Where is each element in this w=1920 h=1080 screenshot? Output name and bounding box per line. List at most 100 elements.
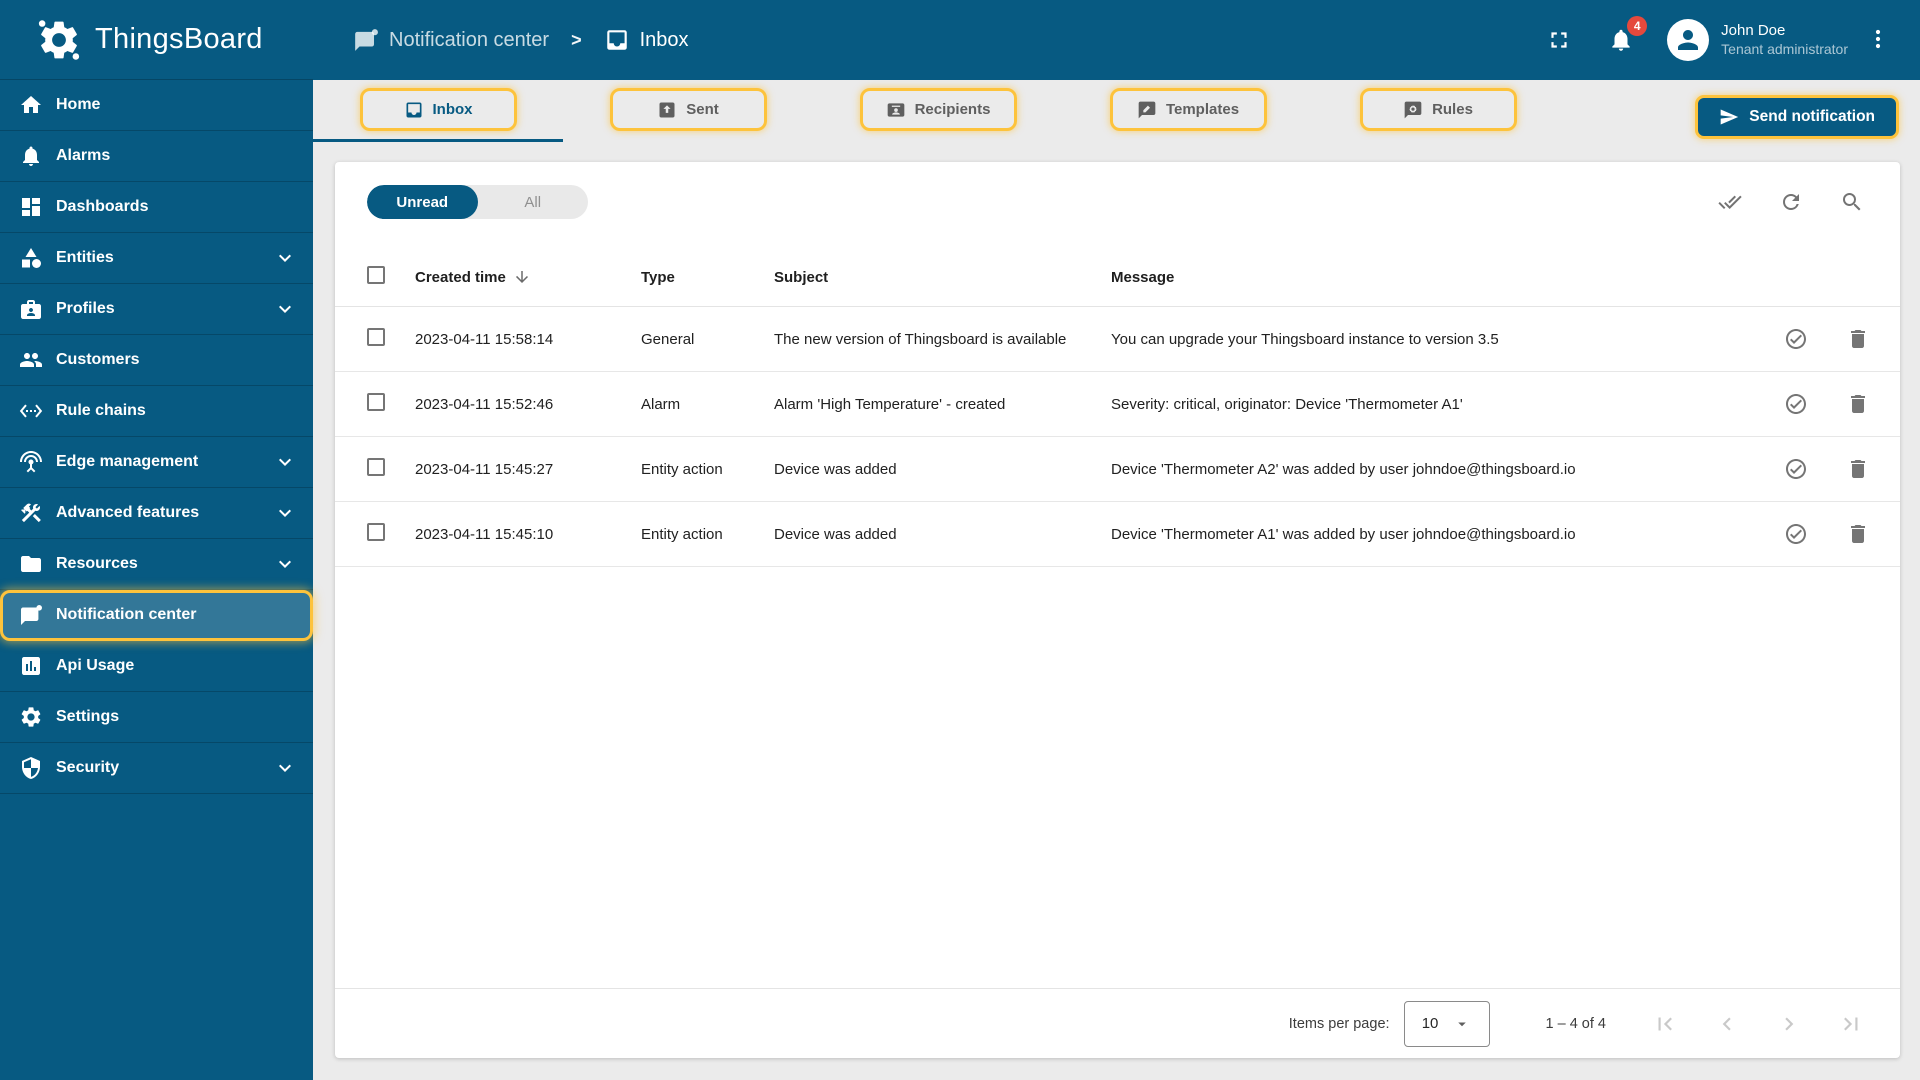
sidebar-item-edge-management[interactable]: Edge management: [0, 437, 313, 488]
row-checkbox[interactable]: [367, 523, 385, 541]
sidebar-item-profiles[interactable]: Profiles: [0, 284, 313, 335]
user-avatar[interactable]: [1667, 19, 1710, 61]
breadcrumb-separator: >: [571, 29, 582, 50]
main-content: Inbox Sent Recipients Templates Rules Se…: [313, 80, 1920, 1080]
first-page-button[interactable]: [1652, 1011, 1678, 1037]
cell-type: Alarm: [641, 395, 681, 413]
kebab-icon: [1866, 27, 1890, 51]
tab-pill: Templates: [1109, 88, 1267, 131]
cell-subject: Device was added: [774, 460, 897, 478]
column-subject[interactable]: Subject: [774, 269, 1111, 286]
sidebar-item-security[interactable]: Security: [0, 743, 313, 794]
column-created-time[interactable]: Created time: [415, 268, 641, 286]
tab-bar: Inbox Sent Recipients Templates Rules Se…: [313, 80, 1920, 142]
table-body: 2023-04-11 15:58:14 General The new vers…: [335, 307, 1900, 567]
advanced-features-icon: [19, 501, 43, 525]
prev-page-button[interactable]: [1714, 1011, 1740, 1037]
tab-sent[interactable]: Sent: [563, 80, 813, 142]
sidebar-item-notification-center[interactable]: Notification center: [0, 590, 313, 641]
notifications-button[interactable]: 4: [1601, 16, 1648, 60]
thingsboard-logo-icon: [36, 17, 82, 63]
table-row[interactable]: 2023-04-11 15:45:27 Entity action Device…: [335, 437, 1900, 502]
cell-subject: Alarm 'High Temperature' - created: [774, 395, 1006, 413]
cell-created-time: 2023-04-11 15:52:46: [415, 395, 554, 413]
delete-button[interactable]: [1846, 327, 1870, 351]
last-page-button[interactable]: [1838, 1011, 1864, 1037]
notification-badge: 4: [1627, 16, 1648, 36]
column-type[interactable]: Type: [641, 269, 774, 286]
table-row[interactable]: 2023-04-11 15:58:14 General The new vers…: [335, 307, 1900, 372]
sidebar-item-dashboards[interactable]: Dashboards: [0, 182, 313, 233]
top-header: Notification center > Inbox 4 John Doe T…: [313, 0, 1920, 80]
breadcrumb-label: Inbox: [639, 28, 689, 51]
customers-icon: [19, 348, 43, 372]
chevron-down-icon: [273, 297, 297, 321]
more-menu-button[interactable]: [1866, 27, 1890, 54]
mark-read-button[interactable]: [1784, 327, 1808, 351]
api-usage-icon: [19, 654, 43, 678]
notification-center-icon: [353, 27, 379, 53]
mark-read-button[interactable]: [1784, 522, 1808, 546]
delete-button[interactable]: [1846, 522, 1870, 546]
breadcrumb-inbox[interactable]: Inbox: [604, 27, 689, 53]
inbox-card: Unread All Created time Type Subject Mes…: [335, 162, 1900, 1058]
resources-icon: [19, 552, 43, 576]
mark-read-button[interactable]: [1784, 457, 1808, 481]
send-notification-button[interactable]: Send notification: [1695, 95, 1899, 139]
sidebar: ThingsBoard Home Alarms Dashboards Entit…: [0, 0, 313, 1080]
notification-center-icon: [19, 603, 43, 627]
tab-recipients[interactable]: Recipients: [813, 80, 1063, 142]
delete-button[interactable]: [1846, 392, 1870, 416]
profiles-icon: [19, 297, 43, 321]
sidebar-nav: Home Alarms Dashboards Entities Profiles…: [0, 80, 313, 794]
sidebar-item-home[interactable]: Home: [0, 80, 313, 131]
mark-read-button[interactable]: [1784, 392, 1808, 416]
search-button[interactable]: [1840, 190, 1864, 214]
cell-type: General: [641, 330, 695, 348]
app-logo[interactable]: ThingsBoard: [0, 0, 313, 80]
sidebar-item-customers[interactable]: Customers: [0, 335, 313, 386]
breadcrumb-notification-center[interactable]: Notification center: [353, 27, 549, 53]
column-message[interactable]: Message: [1111, 269, 1720, 286]
dropdown-caret-icon: [1453, 1015, 1471, 1033]
tab-rules[interactable]: Rules: [1313, 80, 1563, 142]
tab-templates[interactable]: Templates: [1063, 80, 1313, 142]
row-checkbox[interactable]: [367, 328, 385, 346]
table-row[interactable]: 2023-04-11 15:52:46 Alarm Alarm 'High Te…: [335, 372, 1900, 437]
sidebar-item-rule-chains[interactable]: Rule chains: [0, 386, 313, 437]
next-page-button[interactable]: [1776, 1011, 1802, 1037]
chevron-down-icon: [273, 756, 297, 780]
delete-button[interactable]: [1846, 457, 1870, 481]
cell-message: You can upgrade your Thingsboard instanc…: [1111, 330, 1499, 348]
tab-pill: Rules: [1359, 88, 1517, 131]
sidebar-item-api-usage[interactable]: Api Usage: [0, 641, 313, 692]
page-size-select[interactable]: 10: [1403, 1000, 1490, 1047]
mark-all-read-button[interactable]: [1718, 190, 1742, 214]
refresh-button[interactable]: [1779, 190, 1803, 214]
filter-unread[interactable]: Unread: [367, 185, 478, 219]
select-all-checkbox[interactable]: [367, 266, 385, 284]
sidebar-item-advanced-features[interactable]: Advanced features: [0, 488, 313, 539]
paginator: Items per page: 10 1 – 4 of 4: [335, 988, 1900, 1058]
rule-chains-icon: [19, 399, 43, 423]
tab-pill: Inbox: [359, 88, 517, 131]
user-menu[interactable]: John Doe Tenant administrator: [1721, 22, 1848, 58]
sidebar-item-resources[interactable]: Resources: [0, 539, 313, 590]
tab-pill: Recipients: [859, 88, 1017, 131]
cell-message: Severity: critical, originator: Device '…: [1111, 395, 1463, 413]
edge-management-icon: [19, 450, 43, 474]
tab-inbox[interactable]: Inbox: [313, 80, 563, 142]
inbox-icon: [604, 27, 630, 53]
fullscreen-icon: [1546, 27, 1572, 53]
row-checkbox[interactable]: [367, 458, 385, 476]
filter-all[interactable]: All: [478, 185, 589, 219]
page-range: 1 – 4 of 4: [1545, 1015, 1606, 1032]
fullscreen-button[interactable]: [1539, 20, 1579, 60]
sidebar-item-entities[interactable]: Entities: [0, 233, 313, 284]
sidebar-item-settings[interactable]: Settings: [0, 692, 313, 743]
sort-desc-icon: [513, 268, 531, 286]
row-checkbox[interactable]: [367, 393, 385, 411]
table-header: Created time Type Subject Message: [335, 248, 1900, 307]
table-row[interactable]: 2023-04-11 15:45:10 Entity action Device…: [335, 502, 1900, 567]
sidebar-item-alarms[interactable]: Alarms: [0, 131, 313, 182]
